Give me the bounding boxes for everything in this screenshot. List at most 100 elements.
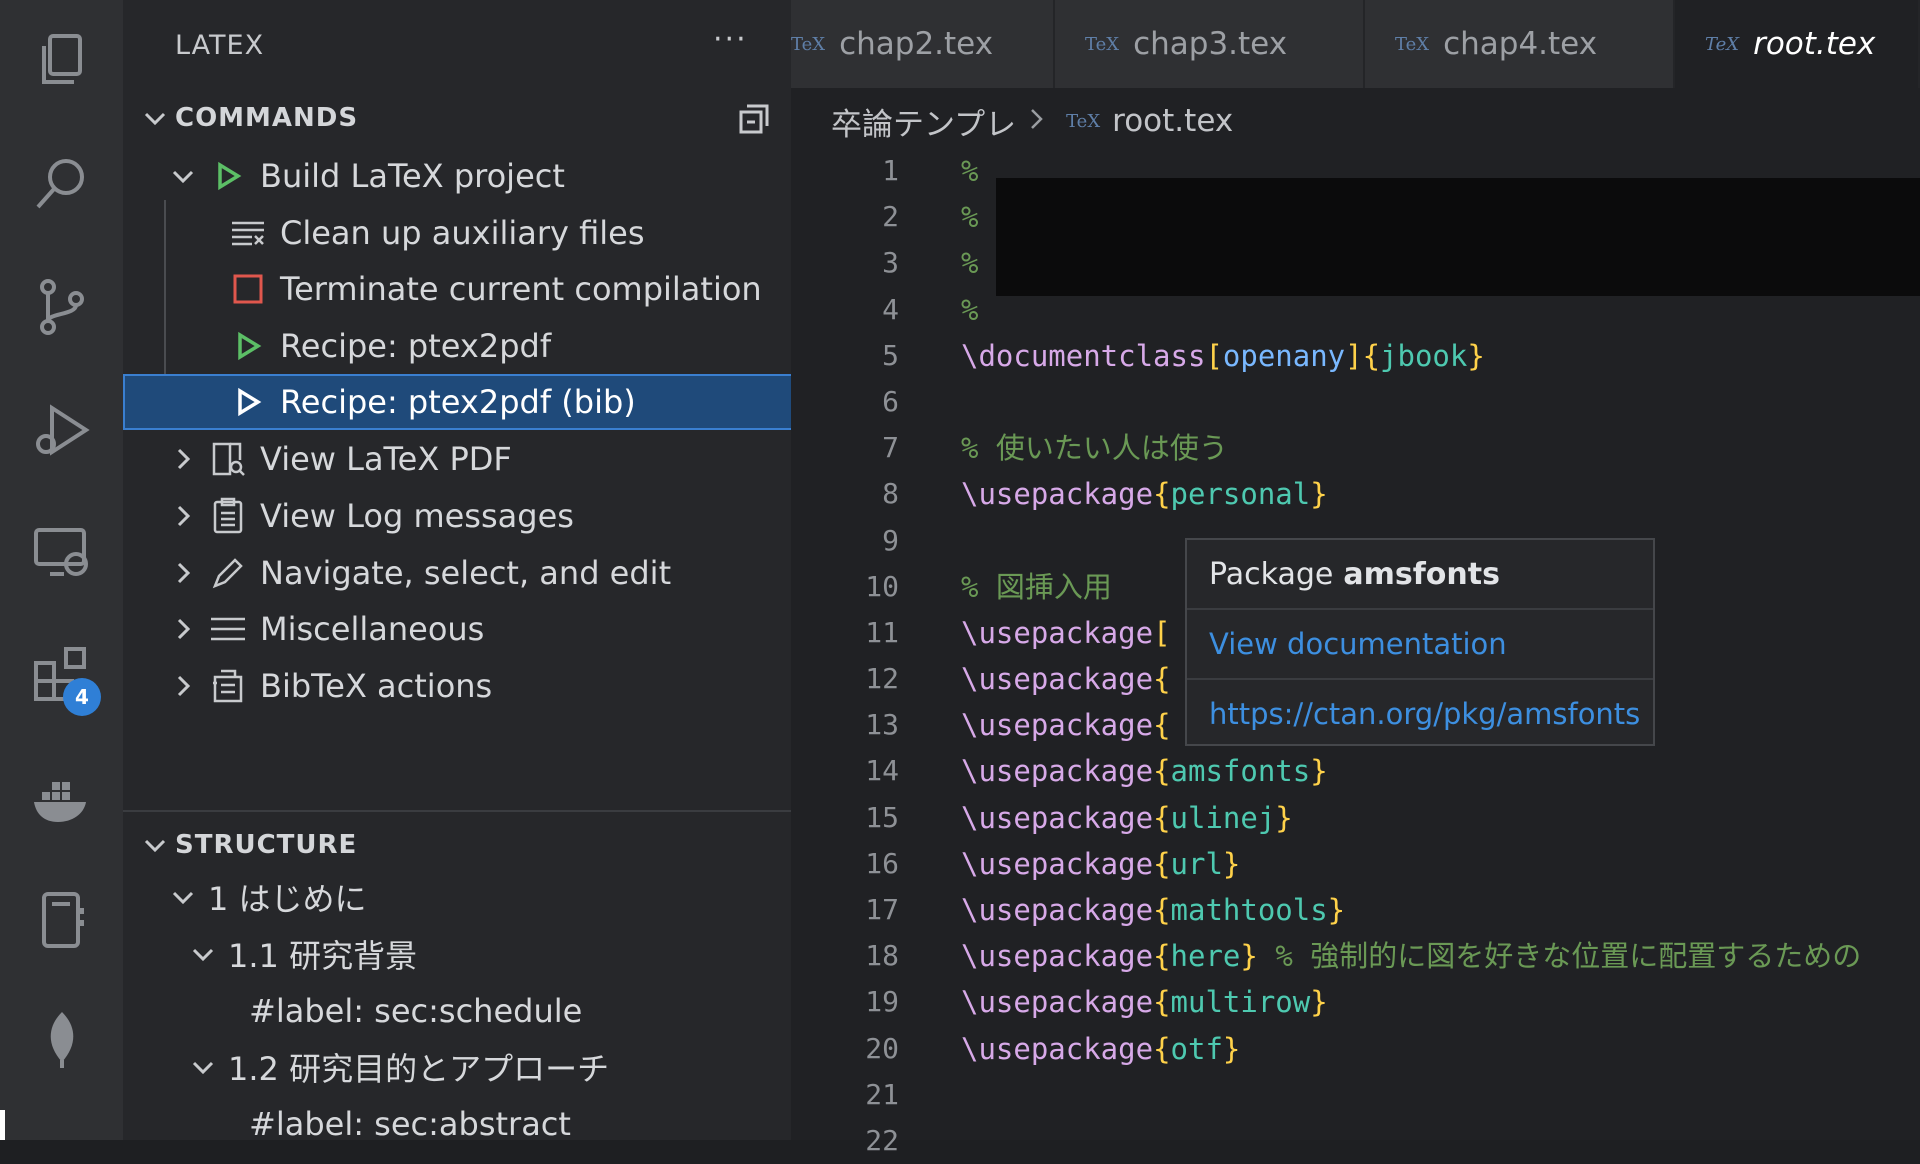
line-number: 1 [882, 154, 899, 187]
editor-tabs: TeX chap2.tex TeX chap3.tex TeX chap4.te… [791, 0, 1920, 88]
command-label: Clean up auxiliary files [280, 214, 645, 252]
docker-icon[interactable] [0, 745, 123, 855]
command-label: Miscellaneous [260, 610, 485, 648]
command-view-log[interactable]: View Log messages [123, 489, 791, 543]
line-number: 19 [865, 985, 899, 1019]
section-divider [123, 810, 791, 812]
leaf-icon[interactable] [0, 985, 123, 1095]
log-icon [208, 496, 248, 536]
command-recipe-ptex2pdf-bib[interactable]: Recipe: ptex2pdf (bib) [123, 374, 791, 430]
chevron-down-icon [158, 884, 208, 910]
line-number: 14 [865, 754, 899, 788]
code-line: % 使いたい人は使う [961, 425, 1920, 471]
breadcrumb-folder[interactable]: 卒論テンプレ [831, 99, 1016, 144]
code-line: \usepackage{ulinej} [961, 800, 1293, 835]
code-command: \usepackage [961, 662, 1154, 697]
line-number: 16 [865, 846, 899, 880]
commands-section-header[interactable]: COMMANDS [123, 96, 791, 140]
structure-section-header[interactable]: STRUCTURE [123, 823, 791, 867]
code-option: openany [1222, 338, 1346, 373]
hover-title: Package amsfonts [1187, 540, 1653, 610]
tab-label: chap4.tex [1443, 26, 1598, 62]
code-command: \usepackage [961, 846, 1154, 881]
clear-all-icon [228, 213, 268, 253]
run-debug-icon[interactable] [0, 375, 123, 485]
structure-item[interactable]: 1.2 研究目的とアプローチ [123, 1040, 791, 1094]
tab-root[interactable]: TeX root.tex [1675, 0, 1920, 88]
code-argument: jbook [1380, 338, 1468, 373]
command-recipe-ptex2pdf[interactable]: Recipe: ptex2pdf [123, 319, 791, 373]
code-line: \usepackage{mathtools} [961, 893, 1346, 927]
sidebar-title: LATEX [175, 30, 265, 61]
structure-item[interactable]: #label: sec:schedule [123, 984, 791, 1038]
line-number: 17 [865, 893, 899, 926]
line-number: 8 [882, 477, 899, 511]
breadcrumb: 卒論テンプレ TeX root.tex [831, 96, 1233, 146]
code-comment: % [961, 200, 979, 235]
code-argument: multirow [1170, 985, 1311, 1020]
code-command: \usepackage [961, 477, 1154, 512]
command-clean-auxiliary[interactable]: Clean up auxiliary files [123, 206, 791, 260]
code-command: \usepackage [961, 939, 1154, 974]
tab-chap2[interactable]: TeX chap2.tex [791, 0, 1055, 88]
preview-icon [208, 439, 248, 479]
structure-label: #label: sec:abstract [249, 1105, 571, 1140]
command-label: View LaTeX PDF [260, 440, 512, 478]
code-comment: % [961, 292, 979, 327]
stop-icon [228, 269, 268, 309]
line-number: 11 [865, 615, 899, 649]
code-line: \usepackage{multirow} [961, 985, 1328, 1020]
structure-header-label: STRUCTURE [175, 830, 358, 860]
search-icon[interactable] [0, 128, 123, 238]
source-control-icon[interactable] [0, 252, 123, 362]
structure-label: #label: sec:schedule [249, 992, 583, 1030]
mouse-cursor [0, 1110, 5, 1140]
breadcrumb-file[interactable]: root.tex [1112, 103, 1233, 139]
code-comment: % [961, 154, 979, 188]
tab-chap4[interactable]: TeX chap4.tex [1365, 0, 1675, 88]
tab-chap3[interactable]: TeX chap3.tex [1055, 0, 1365, 88]
latex-workshop-icon[interactable] [0, 865, 123, 975]
code-argument: url [1170, 846, 1223, 881]
line-number: 10 [865, 569, 899, 603]
code-line: \documentclass[openany]{jbook} [961, 338, 1485, 373]
command-label: Recipe: ptex2pdf [280, 327, 552, 365]
chevron-down-icon [123, 832, 175, 858]
line-number: 6 [882, 384, 899, 418]
ctan-url-link[interactable]: https://ctan.org/pkg/amsfonts [1187, 680, 1653, 748]
code-command: \usepackage [961, 985, 1154, 1020]
chevron-right-icon [158, 616, 208, 642]
remote-explorer-icon[interactable] [0, 497, 123, 607]
command-miscellaneous[interactable]: Miscellaneous [123, 602, 791, 656]
structure-item[interactable]: #label: sec:abstract [123, 1097, 791, 1140]
view-documentation-link[interactable]: View documentation [1187, 610, 1653, 680]
tex-file-icon: TeX [1705, 33, 1740, 55]
code-command: \usepackage [961, 893, 1154, 927]
command-build-latex-project[interactable]: Build LaTeX project [123, 149, 791, 203]
command-bibtex-actions[interactable]: BibTeX actions [123, 659, 791, 713]
code-argument: here [1170, 939, 1241, 974]
more-actions-button[interactable]: ··· [713, 22, 748, 57]
code-command: \usepackage [961, 615, 1154, 650]
hover-prefix: Package [1209, 556, 1334, 592]
code-line: \usepackage{otf} [961, 1031, 1241, 1066]
code-comment: % 強制的に図を好きな位置に配置するための [1275, 939, 1862, 974]
line-number: 5 [882, 338, 899, 372]
structure-item[interactable]: 1.1 研究背景 [123, 927, 791, 981]
play-icon [228, 326, 268, 366]
collapse-all-icon[interactable] [737, 102, 771, 136]
command-terminate-compilation[interactable]: Terminate current compilation [123, 262, 791, 316]
command-navigate-edit[interactable]: Navigate, select, and edit [123, 546, 791, 600]
extensions-icon[interactable] [0, 618, 123, 728]
command-view-latex-pdf[interactable]: View LaTeX PDF [123, 432, 791, 486]
command-label: BibTeX actions [260, 667, 493, 705]
explorer-icon[interactable] [0, 5, 123, 115]
play-icon [228, 382, 268, 422]
code-line: \usepackage{here} % 強制的に図を好きな位置に配置するための [961, 939, 1862, 974]
chevron-right-icon [158, 446, 208, 472]
structure-item[interactable]: 1 はじめに [123, 870, 791, 924]
line-number: 15 [865, 800, 899, 834]
